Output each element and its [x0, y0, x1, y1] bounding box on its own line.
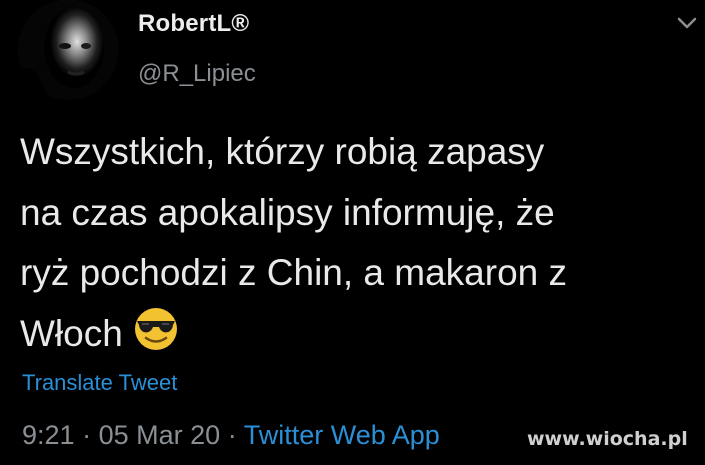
user-handle[interactable]: @R_Lipiec [138, 60, 256, 88]
smiling-face-with-sunglasses-emoji [131, 306, 181, 352]
user-avatar-photo [18, 0, 118, 100]
tweet-date[interactable]: 05 Mar 20 [99, 420, 221, 450]
tweet-text: Wszystkich, którzy robią zapasy na czas … [20, 131, 568, 354]
tweet-source-link[interactable]: Twitter Web App [244, 420, 440, 450]
meta-separator: · [82, 420, 92, 450]
translate-tweet-link[interactable]: Translate Tweet [22, 370, 177, 396]
tweet-meta: 9:21 · 05 Mar 20 · Twitter Web App [22, 420, 440, 451]
chevron-down-icon[interactable] [676, 14, 698, 32]
display-name[interactable]: RobertL® [138, 10, 249, 38]
tweet-body: Wszystkich, którzy robią zapasy na czas … [20, 122, 690, 364]
site-watermark: www.wiocha.pl [527, 428, 688, 450]
avatar[interactable] [18, 0, 118, 100]
meta-separator: · [227, 420, 237, 450]
tweet-time[interactable]: 9:21 [22, 420, 75, 450]
